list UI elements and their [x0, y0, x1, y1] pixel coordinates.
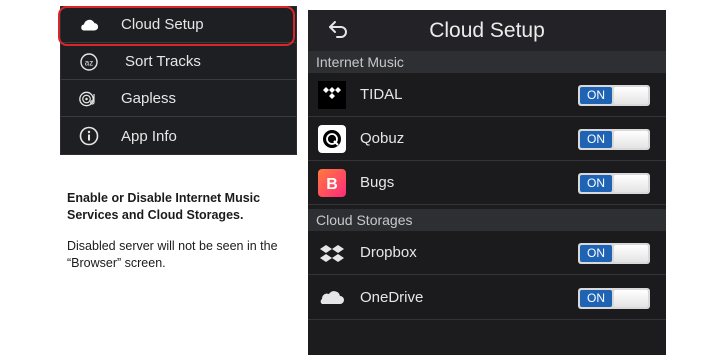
toggle-on-label: ON: [580, 245, 612, 262]
section-header-cloud-storages: Cloud Storages: [308, 209, 666, 231]
tidal-icon: [318, 81, 346, 109]
service-label: TIDAL: [360, 86, 403, 103]
service-row-bugs: B Bugs ON: [308, 162, 666, 205]
settings-menu: Cloud Setup az Sort Tracks Gapless App I…: [60, 6, 297, 155]
dropbox-icon: [318, 239, 346, 267]
instruction-caption: Enable or Disable Internet Music Service…: [67, 190, 292, 272]
service-label: OneDrive: [360, 289, 424, 306]
screen-header: Cloud Setup: [308, 10, 666, 52]
toggle-on-label: ON: [580, 290, 612, 307]
toggle-onedrive[interactable]: ON: [578, 288, 650, 309]
sort-icon: az: [79, 52, 99, 72]
toggle-knob: [614, 131, 648, 148]
service-label: Dropbox: [360, 244, 417, 261]
cloud-icon: [79, 15, 99, 35]
menu-item-sort-tracks[interactable]: az Sort Tracks: [61, 44, 296, 80]
gapless-icon: [79, 89, 99, 109]
menu-item-app-info[interactable]: App Info: [61, 118, 296, 154]
menu-item-label: App Info: [121, 127, 177, 145]
menu-item-label: Sort Tracks: [125, 53, 201, 70]
menu-item-label: Gapless: [121, 90, 177, 107]
section-header-internet-music: Internet Music: [308, 51, 666, 73]
toggle-on-label: ON: [580, 131, 612, 148]
service-row-tidal: TIDAL ON: [308, 74, 666, 117]
toggle-knob: [614, 290, 648, 307]
toggle-tidal[interactable]: ON: [578, 85, 650, 106]
toggle-on-label: ON: [580, 175, 612, 192]
onedrive-icon: [318, 284, 346, 312]
svg-text:B: B: [326, 176, 338, 193]
toggle-knob: [614, 175, 648, 192]
toggle-knob: [614, 87, 648, 104]
service-label: Qobuz: [360, 130, 405, 147]
bugs-icon: B: [318, 169, 346, 197]
caption-title: Enable or Disable Internet Music Service…: [67, 191, 261, 222]
menu-item-cloud-setup[interactable]: Cloud Setup: [61, 7, 296, 43]
service-row-onedrive: OneDrive ON: [308, 277, 666, 320]
toggle-qobuz[interactable]: ON: [578, 129, 650, 150]
toggle-knob: [614, 245, 648, 262]
toggle-on-label: ON: [580, 87, 612, 104]
page-title: Cloud Setup: [429, 19, 545, 42]
service-label: Bugs: [360, 174, 395, 191]
menu-item-gapless[interactable]: Gapless: [61, 81, 296, 117]
service-row-dropbox: Dropbox ON: [308, 232, 666, 275]
toggle-bugs[interactable]: ON: [578, 173, 650, 194]
cloud-setup-screen: Cloud Setup Internet Music TIDAL ON Qobu…: [308, 10, 666, 355]
caption-note: Disabled server will not be seen in the …: [67, 239, 278, 270]
service-row-qobuz: Qobuz ON: [308, 118, 666, 161]
toggle-dropbox[interactable]: ON: [578, 243, 650, 264]
menu-item-label: Cloud Setup: [121, 16, 204, 33]
info-icon: [79, 126, 99, 146]
svg-text:az: az: [85, 59, 93, 68]
qobuz-icon: [318, 125, 346, 153]
